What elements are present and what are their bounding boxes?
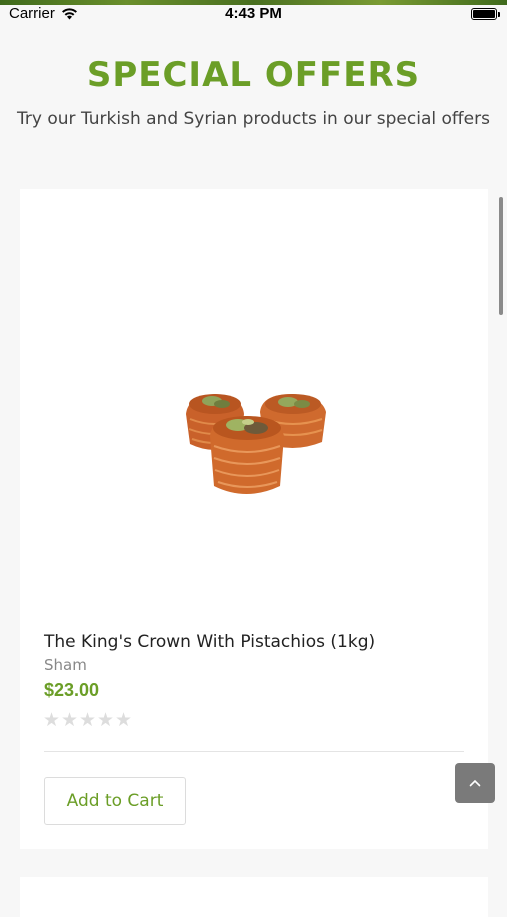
page-header: SPECIAL OFFERS Try our Turkish and Syria… [0,55,507,129]
scrollbar[interactable] [499,197,503,315]
add-to-cart-button[interactable]: Add to Cart [44,777,186,825]
star-icon: ★ [115,710,133,731]
divider [44,751,464,752]
star-icon: ★ [97,710,115,731]
chevron-up-icon [469,779,481,787]
battery-icon [471,8,500,20]
page-subtitle: Try our Turkish and Syrian products in o… [17,109,490,129]
rating-stars: ★ ★ ★ ★ ★ [43,710,133,731]
page-title: SPECIAL OFFERS [86,55,421,95]
product-card[interactable]: The King's Crown With Pistachios (1kg) S… [20,189,488,849]
product-price: $23.00 [44,680,100,700]
status-time: 4:43 PM [225,5,282,22]
product-name[interactable]: The King's Crown With Pistachios (1kg) [44,632,375,652]
scroll-to-top-button[interactable] [455,763,495,803]
star-icon: ★ [79,710,97,731]
product-image[interactable] [180,384,340,509]
product-brand: Sham [44,656,87,674]
next-product-card[interactable] [20,877,488,917]
star-icon: ★ [61,710,79,731]
star-icon: ★ [43,710,61,731]
status-bar: Carrier 4:43 PM [0,5,507,25]
